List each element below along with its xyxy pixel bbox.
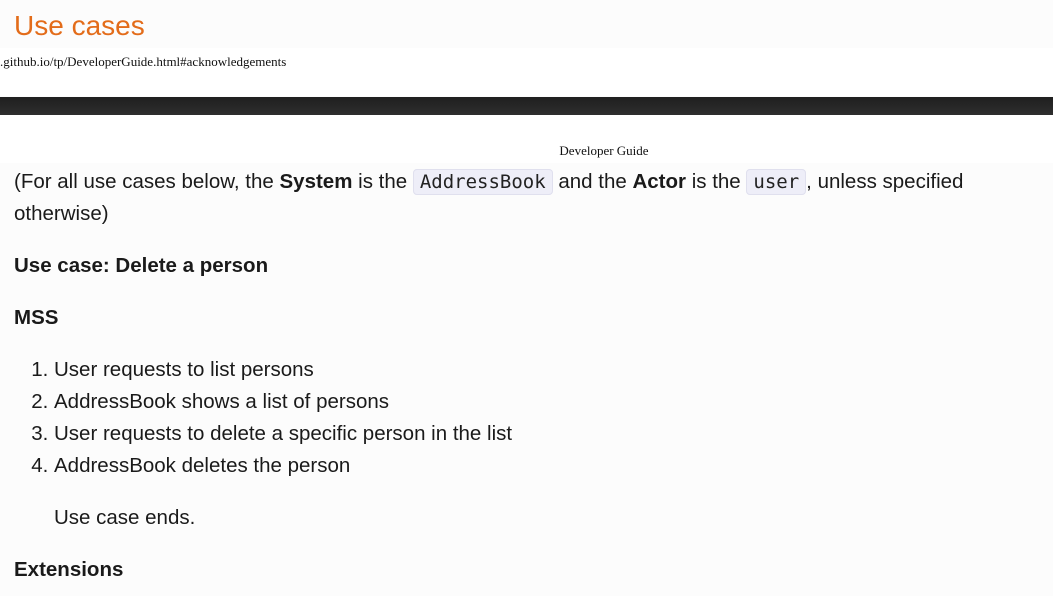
extensions-heading: Extensions <box>14 558 124 581</box>
mss-step: User requests to list persons <box>54 354 1039 386</box>
actor-code: user <box>746 169 807 195</box>
print-header-url: .github.io/tp/DeveloperGuide.html#acknow… <box>0 54 287 69</box>
system-label: System <box>279 170 353 193</box>
use-case-title: Use case: Delete a person <box>14 254 269 277</box>
actor-label: Actor <box>632 170 687 193</box>
print-header-title: Developer Guide <box>559 143 649 158</box>
use-cases-heading: Use cases <box>14 10 145 41</box>
intro-is-the-2: is the <box>686 170 747 193</box>
intro-is-the: is the <box>352 170 413 193</box>
use-case-ends: Use case ends. <box>54 506 196 529</box>
mss-step: User requests to delete a specific perso… <box>54 418 1039 450</box>
system-code: AddressBook <box>412 169 553 195</box>
mss-step: AddressBook shows a list of persons <box>54 386 1039 418</box>
intro-paragraph: (For all use cases below, the System is … <box>14 166 1039 230</box>
page: Use cases .github.io/tp/DeveloperGuide.h… <box>0 0 1053 596</box>
mss-step: AddressBook deletes the person <box>54 450 1039 482</box>
main-content: (For all use cases below, the System is … <box>14 166 1039 596</box>
intro-and-the: and the <box>552 170 633 193</box>
intro-prefix: (For all use cases below, the <box>14 170 280 193</box>
mss-heading: MSS <box>14 306 59 329</box>
dark-divider-bar <box>0 97 1053 115</box>
mss-steps-list: User requests to list persons AddressBoo… <box>14 354 1039 482</box>
